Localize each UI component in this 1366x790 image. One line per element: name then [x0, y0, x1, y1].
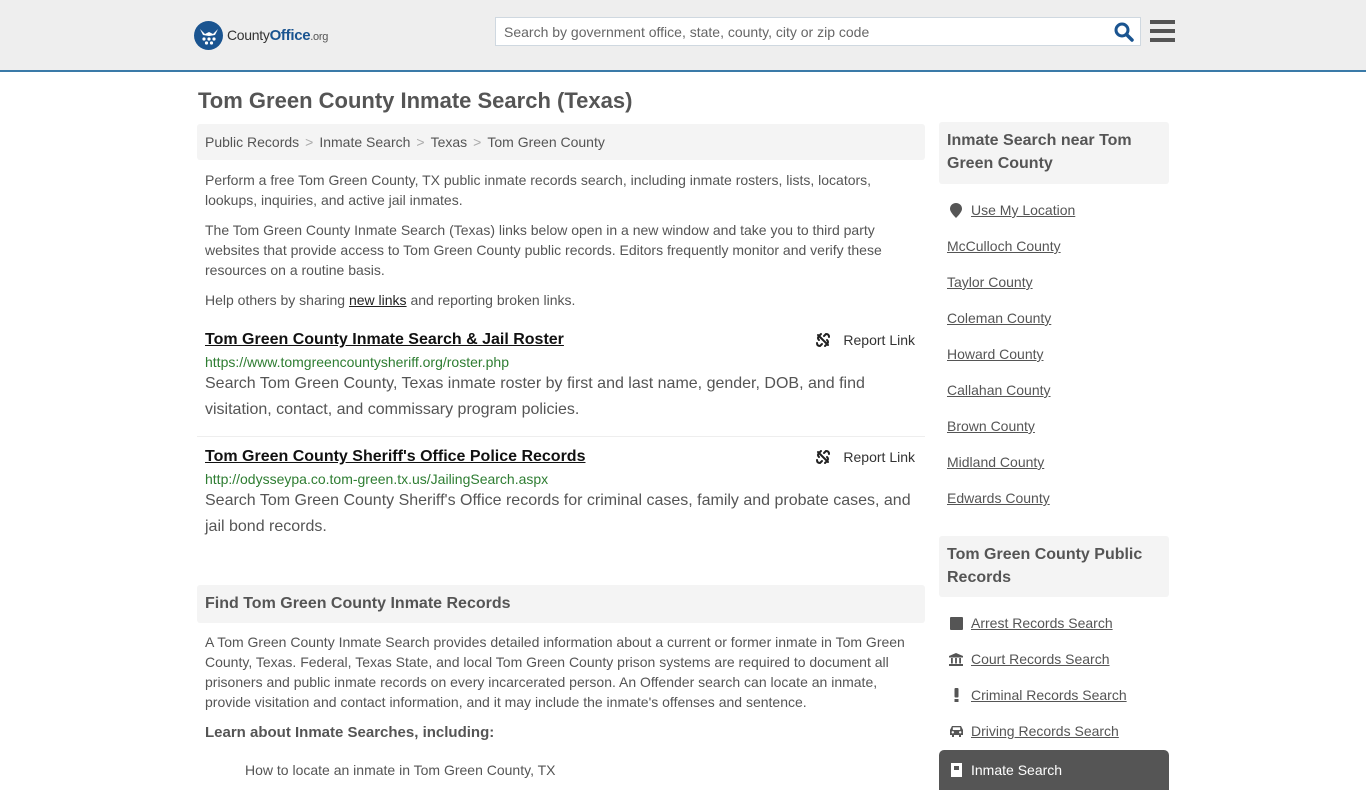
logo-text: CountyOffice.org	[227, 27, 329, 44]
breadcrumb-inmate-search[interactable]: Inmate Search	[319, 134, 410, 150]
link-description: Search Tom Green County Sheriff's Office…	[205, 492, 911, 535]
breadcrumb-separator: >	[305, 134, 314, 150]
nearby-county-link[interactable]: Coleman County	[947, 300, 1075, 336]
hamburger-menu-icon[interactable]	[1150, 20, 1175, 42]
court-records-link[interactable]: Court Records Search	[947, 641, 1127, 677]
breadcrumb-separator: >	[416, 134, 425, 150]
link-title[interactable]: Tom Green County Inmate Search & Jail Ro…	[205, 331, 564, 349]
square-icon	[947, 616, 965, 630]
nearby-county-link[interactable]: Midland County	[947, 444, 1075, 480]
breadcrumb-public-records[interactable]: Public Records	[205, 134, 299, 150]
link-description: Search Tom Green County, Texas inmate ro…	[205, 375, 865, 418]
report-link-button[interactable]: Report Link	[815, 449, 915, 465]
share-paragraph: Help others by sharing new links and rep…	[205, 292, 576, 308]
driving-records-link[interactable]: Driving Records Search	[947, 713, 1127, 749]
sidebar-records-heading: Tom Green County Public Records	[939, 536, 1169, 597]
arrest-records-link[interactable]: Arrest Records Search	[947, 605, 1127, 641]
learn-list-item: How to locate an inmate in Tom Green Cou…	[245, 762, 556, 778]
link-item: Tom Green County Sheriff's Office Police…	[197, 447, 925, 547]
nearby-county-link[interactable]: Edwards County	[947, 480, 1075, 516]
logo-link[interactable]: CountyOffice.org	[194, 21, 328, 50]
nearby-county-link[interactable]: Brown County	[947, 408, 1075, 444]
section-heading: Find Tom Green County Inmate Records	[197, 585, 925, 623]
broken-link-icon	[816, 332, 831, 348]
breadcrumb-tom-green-county[interactable]: Tom Green County	[487, 134, 605, 150]
inmate-search-active-item[interactable]: Inmate Search	[939, 750, 1169, 790]
breadcrumb: Public Records > Inmate Search > Texas > Tom G…	[197, 124, 925, 160]
nearby-county-link[interactable]: Taylor County	[947, 264, 1075, 300]
use-my-location-link[interactable]: Use My Location	[947, 192, 1075, 228]
nearby-county-link[interactable]: Howard County	[947, 336, 1075, 372]
public-records-list: Arrest Records Search Court Records Sear…	[947, 605, 1127, 749]
jail-door-icon	[947, 763, 965, 777]
report-link-button[interactable]: Report Link	[815, 332, 915, 348]
link-url[interactable]: http://odysseypa.co.tom-green.tx.us/Jail…	[205, 471, 917, 487]
eagle-logo-icon	[194, 21, 223, 50]
criminal-records-link[interactable]: Criminal Records Search	[947, 677, 1127, 713]
courthouse-icon	[947, 652, 965, 666]
link-title[interactable]: Tom Green County Sheriff's Office Police…	[205, 448, 585, 466]
nearby-county-link[interactable]: Callahan County	[947, 372, 1075, 408]
map-marker-icon	[947, 202, 965, 218]
intro-paragraph: The Tom Green County Inmate Search (Texa…	[205, 222, 882, 278]
link-url[interactable]: https://www.tomgreencountysheriff.org/ro…	[205, 354, 917, 370]
site-header: CountyOffice.org	[0, 0, 1366, 72]
search-box	[495, 17, 1141, 46]
page-title: Tom Green County Inmate Search (Texas)	[198, 88, 633, 113]
link-item: Tom Green County Inmate Search & Jail Ro…	[197, 330, 925, 437]
broken-link-icon	[816, 449, 831, 465]
breadcrumb-separator: >	[473, 134, 482, 150]
section-body: A Tom Green County Inmate Search provide…	[205, 634, 905, 710]
new-links-link[interactable]: new links	[349, 292, 407, 308]
sidebar-near-heading: Inmate Search near Tom Green County	[939, 122, 1169, 184]
search-icon[interactable]	[1114, 22, 1134, 42]
car-icon	[947, 725, 965, 737]
nearby-county-list: Use My Location McCulloch County Taylor …	[947, 192, 1075, 516]
breadcrumb-texas[interactable]: Texas	[431, 134, 468, 150]
intro-paragraph: Perform a free Tom Green County, TX publ…	[205, 172, 872, 208]
intro-text: Perform a free Tom Green County, TX publ…	[205, 170, 920, 320]
search-input[interactable]	[496, 18, 1096, 45]
exclamation-icon	[947, 688, 965, 702]
nearby-county-link[interactable]: McCulloch County	[947, 228, 1075, 264]
learn-heading: Learn about Inmate Searches, including:	[205, 724, 495, 741]
